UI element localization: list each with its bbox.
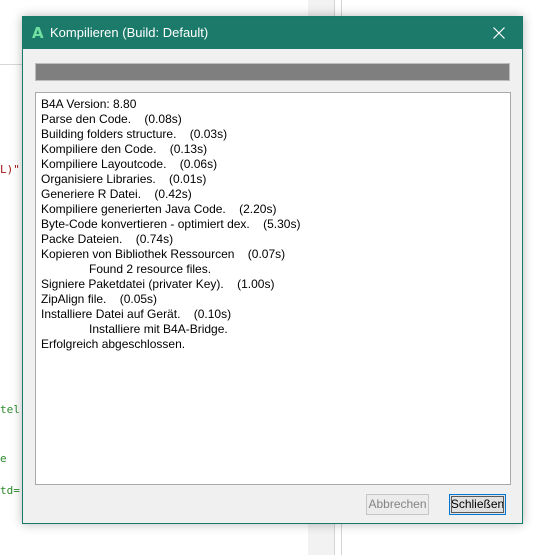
log-line: Organisiere Libraries. (0.01s) [41, 172, 207, 186]
dialog-title: Kompilieren (Build: Default) [50, 25, 209, 40]
log-line: Kompiliere Layoutcode. (0.06s) [41, 157, 218, 171]
log-line: Signiere Paketdatei (privater Key). (1.0… [41, 277, 275, 291]
close-icon [493, 27, 505, 39]
progress-fill [36, 64, 509, 80]
code-fragment: tel [0, 403, 20, 416]
editor-divider [0, 64, 22, 65]
log-line: Found 2 resource files. [89, 262, 212, 276]
log-line: Installiere mit B4A-Bridge. [89, 322, 228, 336]
close-button[interactable]: Schließen [449, 494, 506, 515]
log-line: Kompiliere den Code. (0.13s) [41, 142, 208, 156]
compile-progress-bar [35, 63, 510, 81]
close-window-button[interactable] [476, 17, 522, 49]
code-fragment: td= [0, 484, 20, 497]
log-line: Kompiliere generierten Java Code. (2.20s… [41, 202, 277, 216]
log-line: Packe Dateien. (0.74s) [41, 232, 174, 246]
compile-dialog: A Kompilieren (Build: Default) B4A Versi… [22, 16, 523, 524]
compile-log[interactable]: B4A Version: 8.80 Parse den Code. (0.08s)… [35, 92, 511, 485]
log-line: Installiere Datei auf Gerät. (0.10s) [41, 307, 232, 321]
log-line: Kopieren von Bibliothek Ressourcen (0.07… [41, 247, 286, 261]
log-line: Generiere R Datei. (0.42s) [41, 187, 192, 201]
log-line: B4A Version: 8.80 [41, 97, 137, 111]
code-fragment: e [0, 452, 7, 465]
cancel-button[interactable]: Abbrechen [366, 494, 429, 515]
log-line: Building folders structure. (0.03s) [41, 127, 228, 141]
log-line: Byte-Code konvertieren - optimiert dex. … [41, 217, 301, 231]
dialog-titlebar[interactable]: A Kompilieren (Build: Default) [23, 17, 522, 49]
log-line: ZipAlign file. (0.05s) [41, 292, 158, 306]
log-line: Parse den Code. (0.08s) [41, 112, 182, 126]
b4a-app-icon: A [32, 24, 44, 42]
log-line: Erfolgreich abgeschlossen. [41, 337, 186, 351]
code-fragment: L)" [0, 163, 20, 176]
